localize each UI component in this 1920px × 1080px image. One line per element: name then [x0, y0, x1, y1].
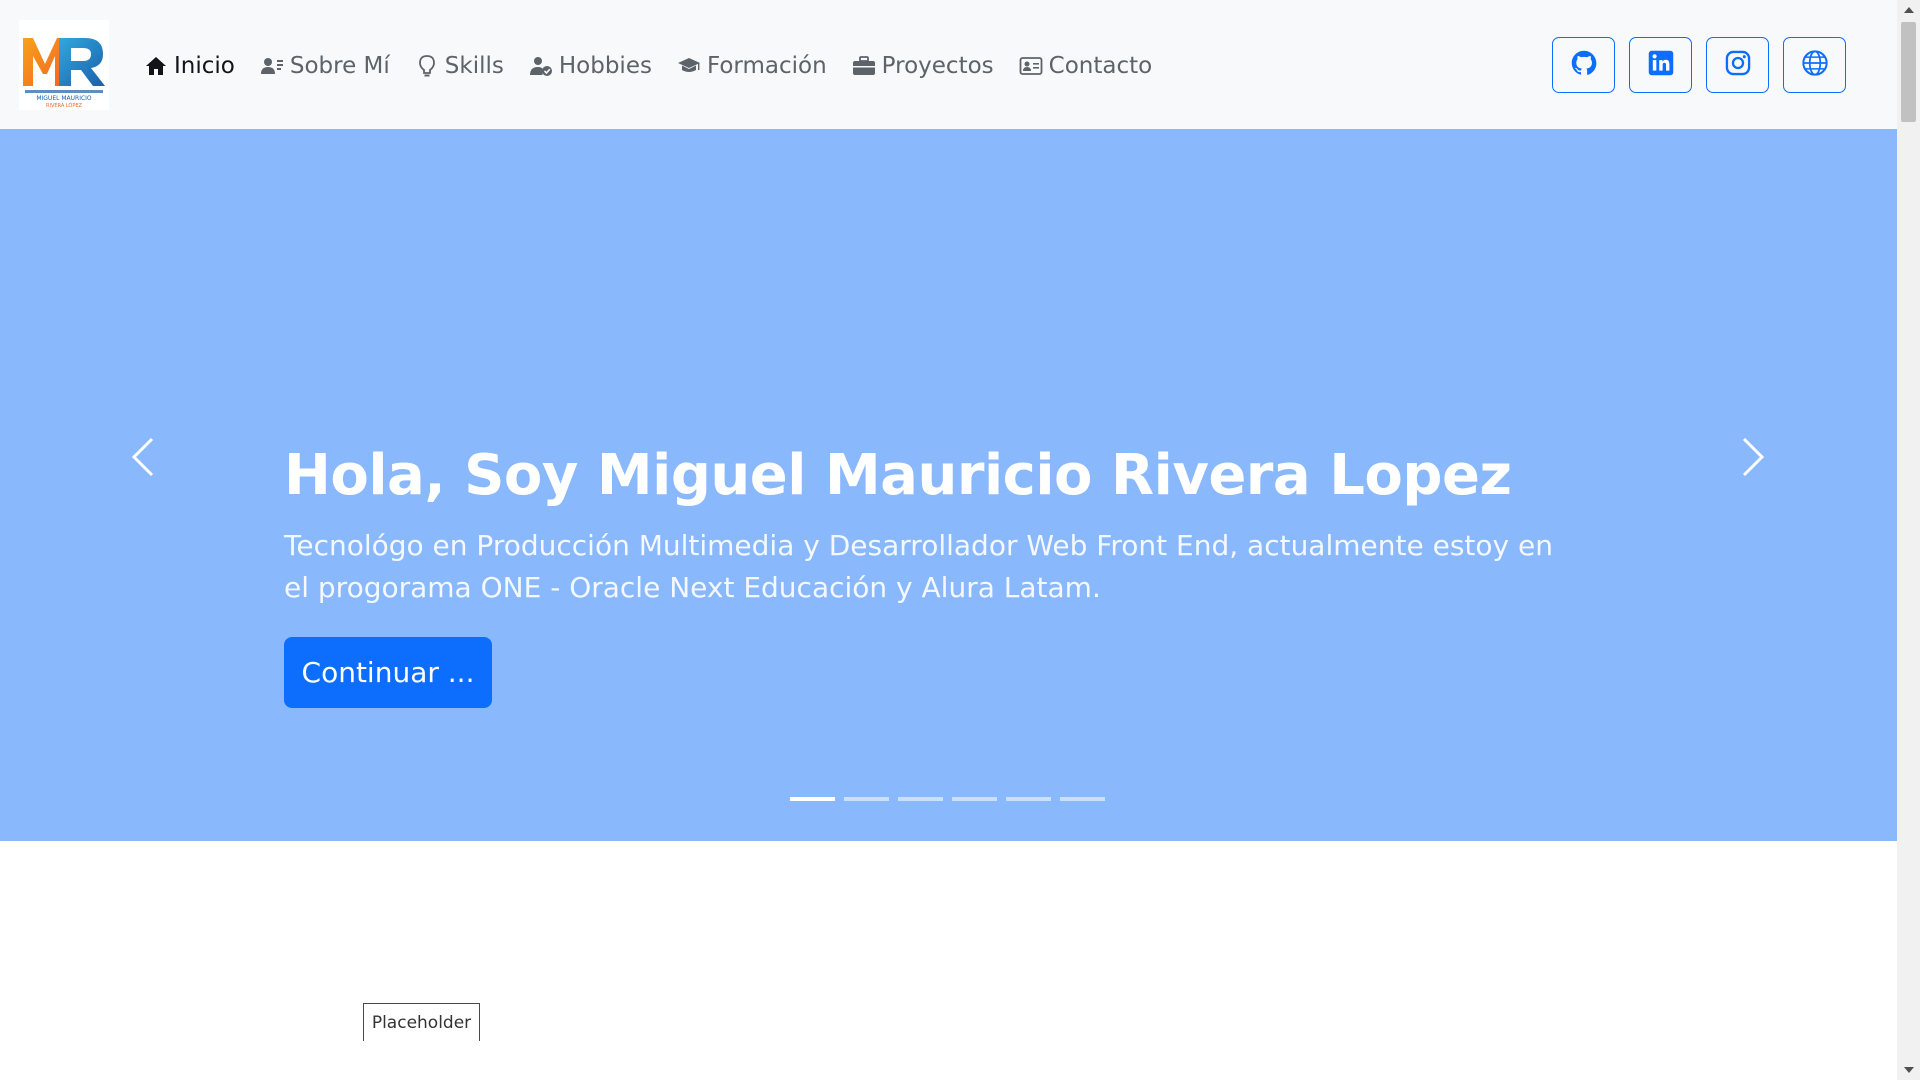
carousel-indicator[interactable]	[1006, 797, 1051, 801]
placeholder-image: Placeholder	[363, 1003, 480, 1041]
carousel-next-button[interactable]	[1723, 429, 1783, 489]
nav-item-label: Skills	[444, 53, 504, 79]
carousel-indicator[interactable]	[952, 797, 997, 801]
website-button[interactable]	[1783, 37, 1846, 93]
logo-line1: MIGUEL MAURICIO	[36, 95, 92, 102]
nav-item-label: Inicio	[174, 53, 235, 79]
navbar: MIGUEL MAURICIO RIVERA LÓPEZ Inicio Sobr…	[0, 0, 1897, 129]
linkedin-icon	[1647, 49, 1675, 81]
chevron-left-icon	[128, 435, 158, 483]
nav-item-label: Hobbies	[558, 53, 652, 79]
instagram-button[interactable]	[1706, 37, 1769, 93]
home-icon	[143, 53, 169, 79]
social-links	[1552, 37, 1846, 93]
scrollbar-thumb[interactable]	[1901, 22, 1916, 122]
hero-carousel: Hola, Soy Miguel Mauricio Rivera Lopez T…	[0, 129, 1897, 841]
globe-icon	[1801, 49, 1829, 81]
carousel-indicator[interactable]	[790, 797, 835, 801]
scroll-down-icon[interactable]	[1897, 1060, 1920, 1080]
graduation-cap-icon	[676, 53, 702, 79]
continue-button[interactable]: Continuar ...	[284, 637, 492, 708]
carousel-prev-button[interactable]	[113, 429, 173, 489]
nav-item-proyectos[interactable]: Proyectos	[851, 44, 994, 88]
logo-line2: RIVERA LÓPEZ	[46, 102, 83, 109]
github-icon	[1570, 49, 1598, 81]
nav-item-contacto[interactable]: Contacto	[1018, 44, 1153, 88]
nav-item-label: Proyectos	[881, 53, 994, 79]
user-check-icon	[528, 53, 554, 79]
carousel-caption: Hola, Soy Miguel Mauricio Rivera Lopez T…	[284, 441, 1564, 609]
lightbulb-icon	[414, 53, 440, 79]
nav-item-hobbies[interactable]: Hobbies	[528, 44, 652, 88]
nav-item-label: Contacto	[1048, 53, 1153, 79]
nav-item-label: Formación	[706, 53, 827, 79]
carousel-indicator[interactable]	[898, 797, 943, 801]
contact-card-icon	[1018, 53, 1044, 79]
carousel-indicators	[790, 797, 1105, 801]
nav-item-formacion[interactable]: Formación	[676, 44, 827, 88]
github-button[interactable]	[1552, 37, 1615, 93]
linkedin-button[interactable]	[1629, 37, 1692, 93]
nav-item-skills[interactable]: Skills	[414, 44, 504, 88]
nav-item-label: Sobre Mí	[289, 53, 390, 79]
chevron-right-icon	[1738, 435, 1768, 483]
brand-logo[interactable]: MIGUEL MAURICIO RIVERA LÓPEZ	[19, 20, 109, 110]
page-scrollbar[interactable]	[1897, 0, 1920, 1080]
carousel-indicator[interactable]	[1060, 797, 1105, 801]
main-nav: Inicio Sobre Mí Skills Hobbies Formación	[143, 44, 1176, 88]
user-card-icon	[259, 53, 285, 79]
briefcase-icon	[851, 53, 877, 79]
nav-item-inicio[interactable]: Inicio	[143, 44, 235, 88]
hero-title: Hola, Soy Miguel Mauricio Rivera Lopez	[284, 443, 1512, 508]
nav-item-sobre-mi[interactable]: Sobre Mí	[259, 44, 390, 88]
hero-subtitle: Tecnológo en Producción Multimedia y Des…	[284, 529, 1553, 604]
carousel-indicator[interactable]	[844, 797, 889, 801]
instagram-icon	[1724, 49, 1752, 81]
scroll-up-icon[interactable]	[1897, 0, 1920, 20]
